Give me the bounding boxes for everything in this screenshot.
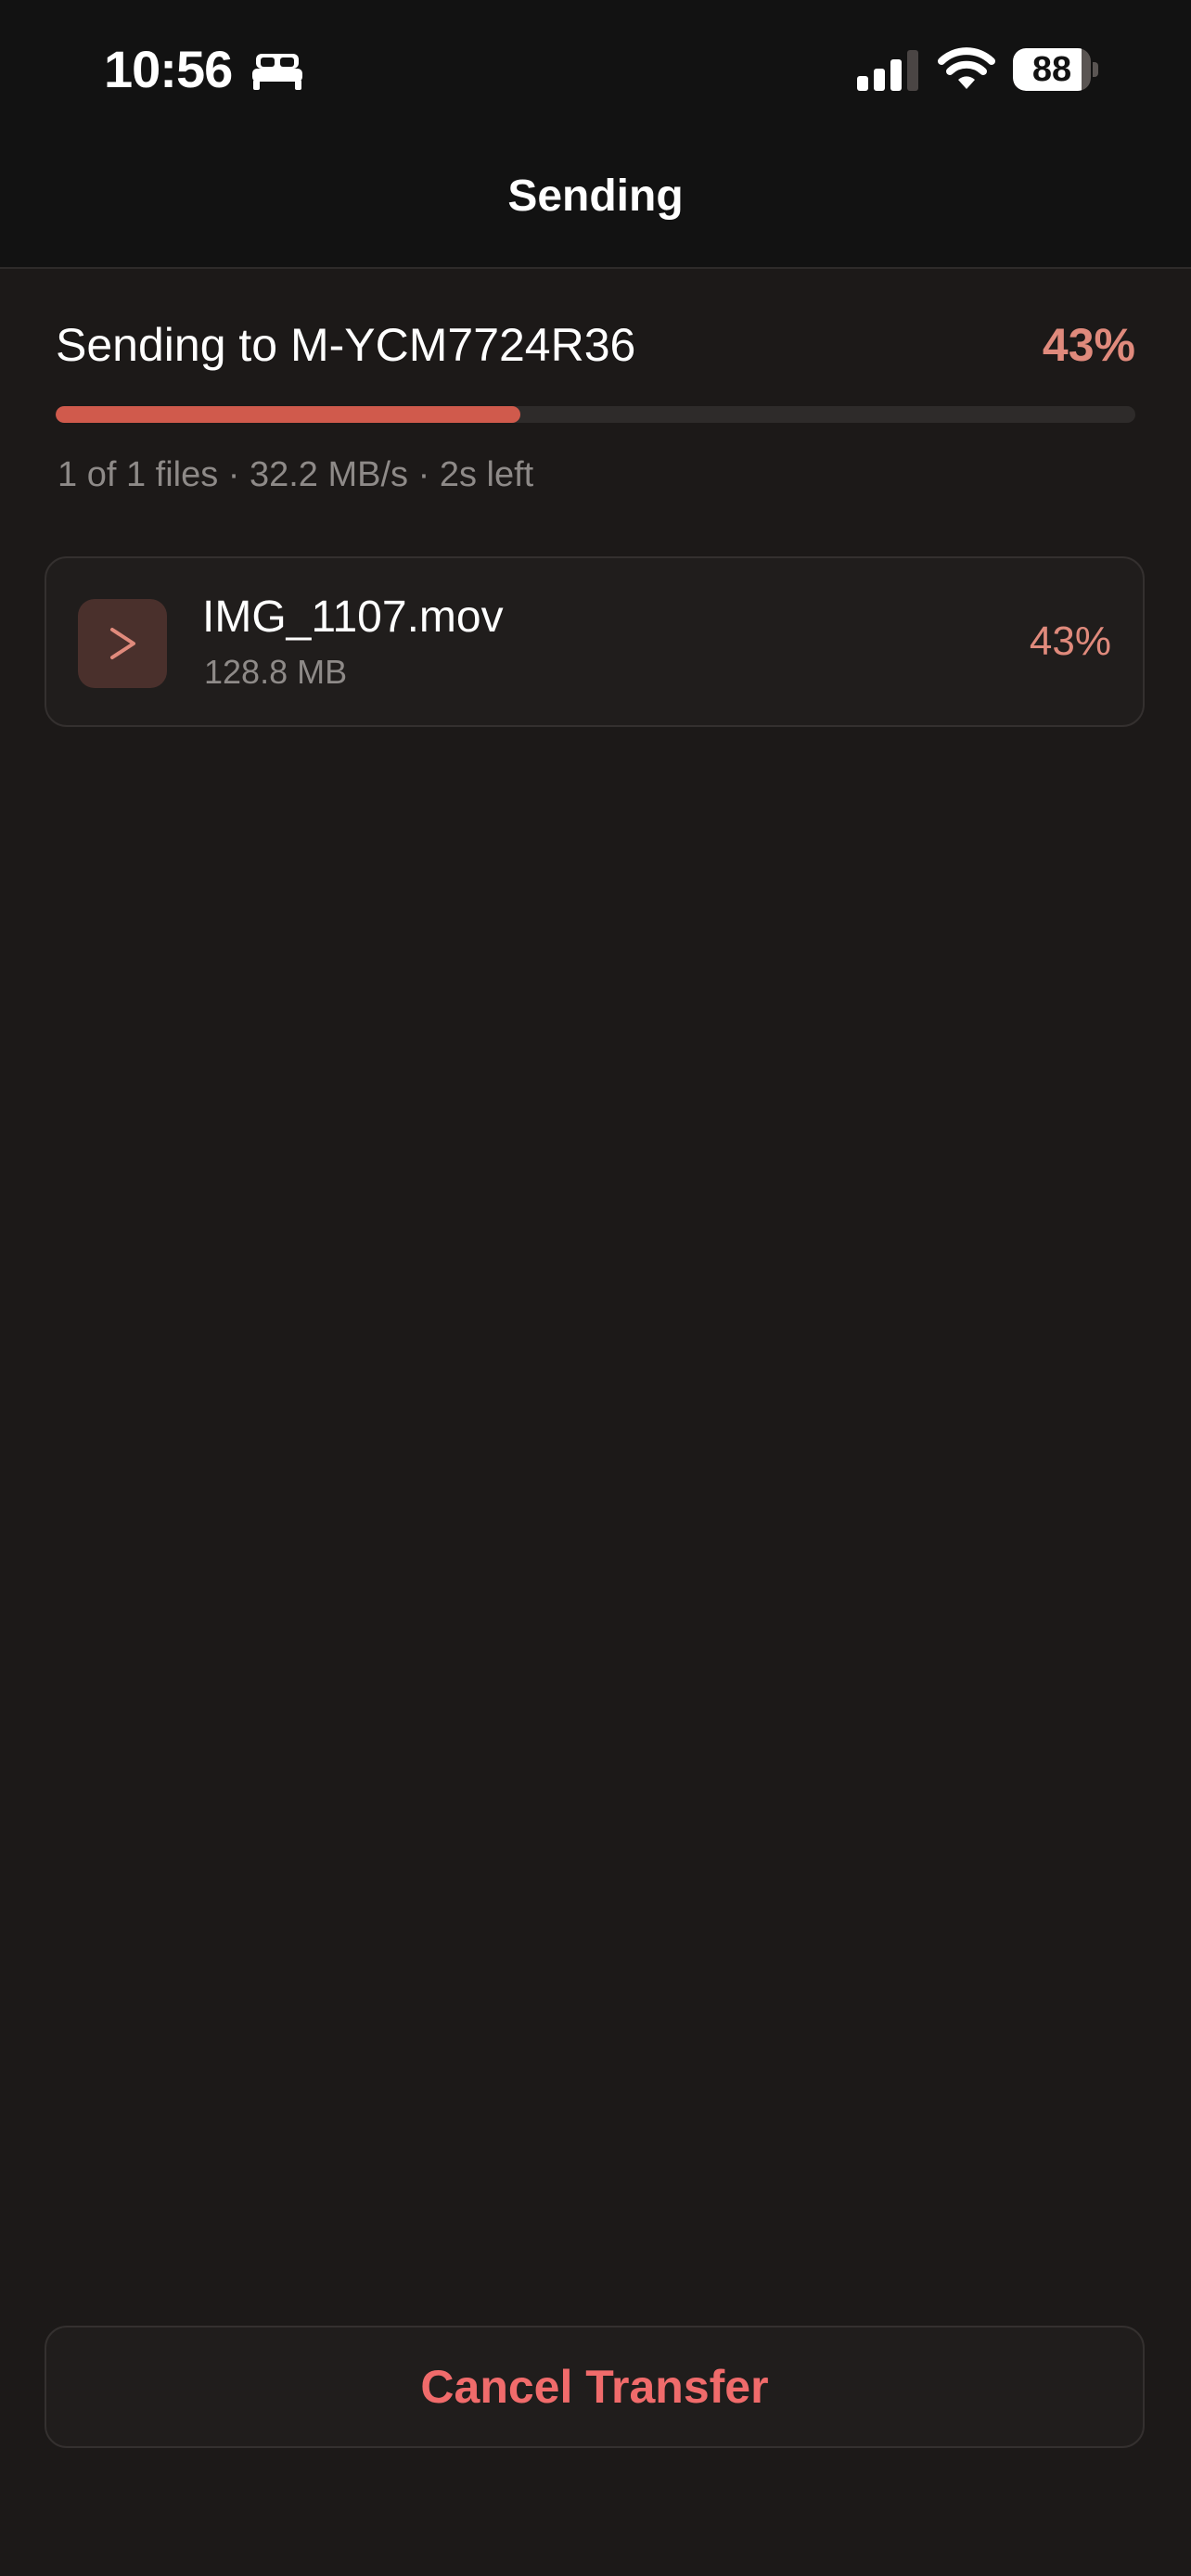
- transfer-progress-bar: [56, 406, 1135, 423]
- navigation-bar: Sending: [0, 139, 1191, 269]
- chevron-right-icon: [110, 628, 135, 659]
- battery-cap: [1093, 62, 1098, 77]
- wifi-icon: [938, 47, 995, 89]
- file-list-item[interactable]: IMG_1107.mov 128.8 MB 43%: [45, 556, 1145, 727]
- file-size: 128.8 MB: [204, 653, 348, 691]
- status-time: 10:56: [104, 40, 233, 98]
- bed-icon: [252, 54, 302, 90]
- battery-level: 88: [1031, 50, 1072, 89]
- video-file-icon: [78, 599, 167, 688]
- cellular-signal-icon: [857, 50, 918, 91]
- page-title: Sending: [507, 172, 684, 221]
- cancel-transfer-button[interactable]: Cancel Transfer: [45, 2326, 1145, 2448]
- transfer-progress-fill: [56, 406, 520, 423]
- battery-body: 88: [1013, 48, 1091, 91]
- file-percent: 43%: [1029, 618, 1111, 664]
- transfer-title: Sending to M-YCM7724R36: [56, 319, 636, 371]
- file-name: IMG_1107.mov: [202, 593, 504, 642]
- transfer-percent: 43%: [1042, 319, 1135, 371]
- battery-icon: 88: [1013, 48, 1098, 91]
- transfer-stats: 1 of 1 files · 32.2 MB/s · 2s left: [58, 455, 534, 494]
- status-bar: 10:56 88: [0, 0, 1191, 139]
